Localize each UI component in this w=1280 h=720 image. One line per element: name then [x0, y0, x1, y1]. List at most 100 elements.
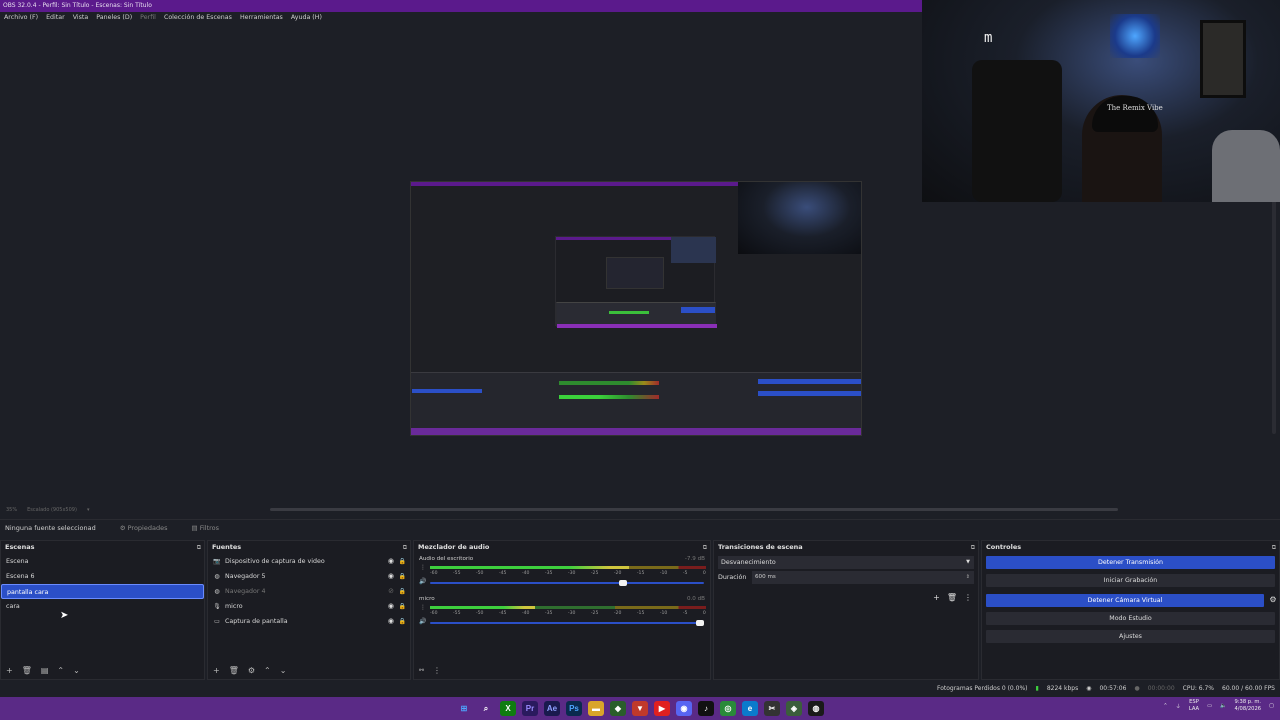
gear-icon[interactable]: ⚙: [1267, 595, 1279, 604]
tick-label: -50: [475, 571, 484, 576]
spinner-icon[interactable]: ⇕: [966, 571, 970, 584]
studio-mode-button[interactable]: Modo Estudio: [986, 612, 1275, 625]
lock-icon[interactable]: 🔒: [399, 554, 406, 569]
edge-icon[interactable]: e: [742, 701, 758, 716]
zoom-level[interactable]: 35%: [6, 505, 17, 515]
tick-label: -30: [567, 611, 576, 616]
menu-item[interactable]: Archivo (F): [4, 12, 38, 24]
add-icon[interactable]: +: [213, 666, 220, 675]
scene-item[interactable]: Escena 6: [1, 569, 204, 584]
gear-icon[interactable]: ⚙: [248, 666, 255, 675]
fps: 60.00 / 60.00 FPS: [1222, 685, 1275, 692]
dock-popout-icon[interactable]: ⧉: [971, 541, 975, 554]
trash-icon[interactable]: 🗑: [22, 666, 32, 675]
lock-icon[interactable]: 🔒: [399, 569, 406, 584]
volume-slider[interactable]: [430, 620, 704, 626]
source-item[interactable]: 📷 Dispositivo de captura de video ◉ 🔒: [208, 554, 410, 569]
obs-icon[interactable]: ◍: [808, 701, 824, 716]
clock[interactable]: 9:38 p. m. 4/08/2026: [1234, 699, 1261, 713]
dock-popout-icon[interactable]: ⧉: [1272, 541, 1276, 554]
tick-label: -25: [590, 611, 599, 616]
dock-popout-icon[interactable]: ⧉: [703, 541, 707, 554]
search-icon[interactable]: ⌕: [478, 701, 494, 716]
preview-canvas[interactable]: [410, 181, 862, 436]
source-item[interactable]: 🎙 micro ◉ 🔒: [208, 599, 410, 614]
volume-knob[interactable]: [696, 620, 704, 626]
eye-icon[interactable]: ◉: [388, 599, 394, 614]
no-source-label: Ninguna fuente seleccionad: [5, 524, 96, 532]
menu-item[interactable]: Paneles (D): [96, 12, 132, 24]
scene-item[interactable]: pantalla cara: [1, 584, 204, 599]
settings-button[interactable]: Ajustes: [986, 630, 1275, 643]
source-item[interactable]: ▭ Captura de pantalla ◉ 🔒: [208, 614, 410, 629]
lock-icon[interactable]: 🔒: [399, 584, 406, 599]
notification-icon[interactable]: ▢: [1269, 703, 1274, 709]
xbox-icon[interactable]: X: [500, 701, 516, 716]
kebab-menu-icon[interactable]: ⋮: [964, 593, 972, 602]
scene-item[interactable]: cara: [1, 599, 204, 614]
eye-icon[interactable]: ◉: [388, 569, 394, 584]
trash-icon[interactable]: 🗑: [229, 666, 239, 675]
language-indicator[interactable]: ESP LAA: [1189, 699, 1199, 713]
preview-horizontal-scrollbar[interactable]: [270, 508, 1118, 511]
trash-icon[interactable]: 🗑: [947, 593, 957, 602]
eye-off-icon[interactable]: ⊘: [388, 584, 394, 599]
eye-icon[interactable]: ◉: [388, 554, 394, 569]
photoshop-icon[interactable]: Ps: [566, 701, 582, 716]
stop-virtualcam-button[interactable]: Detener Cámara Virtual: [986, 594, 1264, 607]
capcut-icon[interactable]: ✂: [764, 701, 780, 716]
eye-icon[interactable]: ◉: [388, 614, 394, 629]
duration-input[interactable]: 600 ms ⇕: [752, 571, 974, 584]
arrow-up-icon[interactable]: ⌃: [264, 666, 271, 675]
kebab-menu-icon[interactable]: ⋮: [420, 604, 426, 611]
filter-icon[interactable]: ▤: [41, 666, 49, 675]
properties-button[interactable]: ⚙ Propiedades: [120, 520, 168, 535]
arrow-down-icon[interactable]: ⌄: [73, 666, 80, 675]
arrow-down-icon[interactable]: ⌄: [280, 666, 287, 675]
scene-item[interactable]: Escena: [1, 554, 204, 569]
kebab-menu-icon[interactable]: ⋮: [420, 564, 426, 571]
lock-icon[interactable]: 🔒: [399, 614, 406, 629]
usb-icon[interactable]: ⏚: [1176, 703, 1181, 710]
menu-item[interactable]: Perfil: [140, 12, 156, 24]
dock-popout-icon[interactable]: ⧉: [403, 541, 407, 554]
link-icon[interactable]: ⚯: [419, 667, 424, 674]
filters-button[interactable]: ▤ Filtros: [191, 520, 219, 535]
transition-select[interactable]: Desvanecimiento ▼: [718, 556, 974, 569]
brave-icon[interactable]: ▼: [632, 701, 648, 716]
arrow-up-icon[interactable]: ⌃: [57, 666, 64, 675]
discord-icon[interactable]: ◉: [676, 701, 692, 716]
source-item[interactable]: ◍ Navegador 5 ◉ 🔒: [208, 569, 410, 584]
volume-icon[interactable]: 🔊: [419, 578, 426, 585]
menu-item[interactable]: Vista: [73, 12, 89, 24]
volume-knob[interactable]: [618, 580, 627, 586]
lock-icon[interactable]: 🔒: [399, 599, 406, 614]
tiktok-icon[interactable]: ♪: [698, 701, 714, 716]
folder-icon[interactable]: ▬: [588, 701, 604, 716]
volume-slider[interactable]: [430, 580, 704, 586]
after-effects-icon[interactable]: Ae: [544, 701, 560, 716]
menu-item[interactable]: Editar: [46, 12, 65, 24]
premiere-icon[interactable]: Pr: [522, 701, 538, 716]
menu-item[interactable]: Herramientas: [240, 12, 283, 24]
kebab-menu-icon[interactable]: ⋮: [433, 666, 441, 675]
source-item[interactable]: ◍ Navegador 4 ⊘ 🔒: [208, 584, 410, 599]
start-record-button[interactable]: Iniciar Grabación: [986, 574, 1275, 587]
add-icon[interactable]: +: [933, 593, 940, 602]
chevron-up-icon[interactable]: ⌃: [1163, 703, 1167, 709]
app-icon[interactable]: ◆: [610, 701, 626, 716]
dock-popout-icon[interactable]: ⧉: [197, 541, 201, 554]
menu-item[interactable]: Colección de Escenas: [164, 12, 232, 24]
volume-icon[interactable]: 🔈: [1220, 703, 1226, 709]
add-icon[interactable]: +: [6, 666, 13, 675]
preview-webcam: [738, 182, 861, 254]
zoom-dropdown-icon[interactable]: ▾: [87, 505, 90, 515]
app2-icon[interactable]: ◈: [786, 701, 802, 716]
stop-stream-button[interactable]: Detener Transmisión: [986, 556, 1275, 569]
windows-start-icon[interactable]: ⊞: [456, 701, 472, 716]
network-icon[interactable]: ▭: [1207, 703, 1212, 709]
youtube-icon[interactable]: ▶: [654, 701, 670, 716]
menu-item[interactable]: Ayuda (H): [291, 12, 322, 24]
volume-icon[interactable]: 🔊: [419, 618, 426, 625]
chrome-icon[interactable]: ◎: [720, 701, 736, 716]
